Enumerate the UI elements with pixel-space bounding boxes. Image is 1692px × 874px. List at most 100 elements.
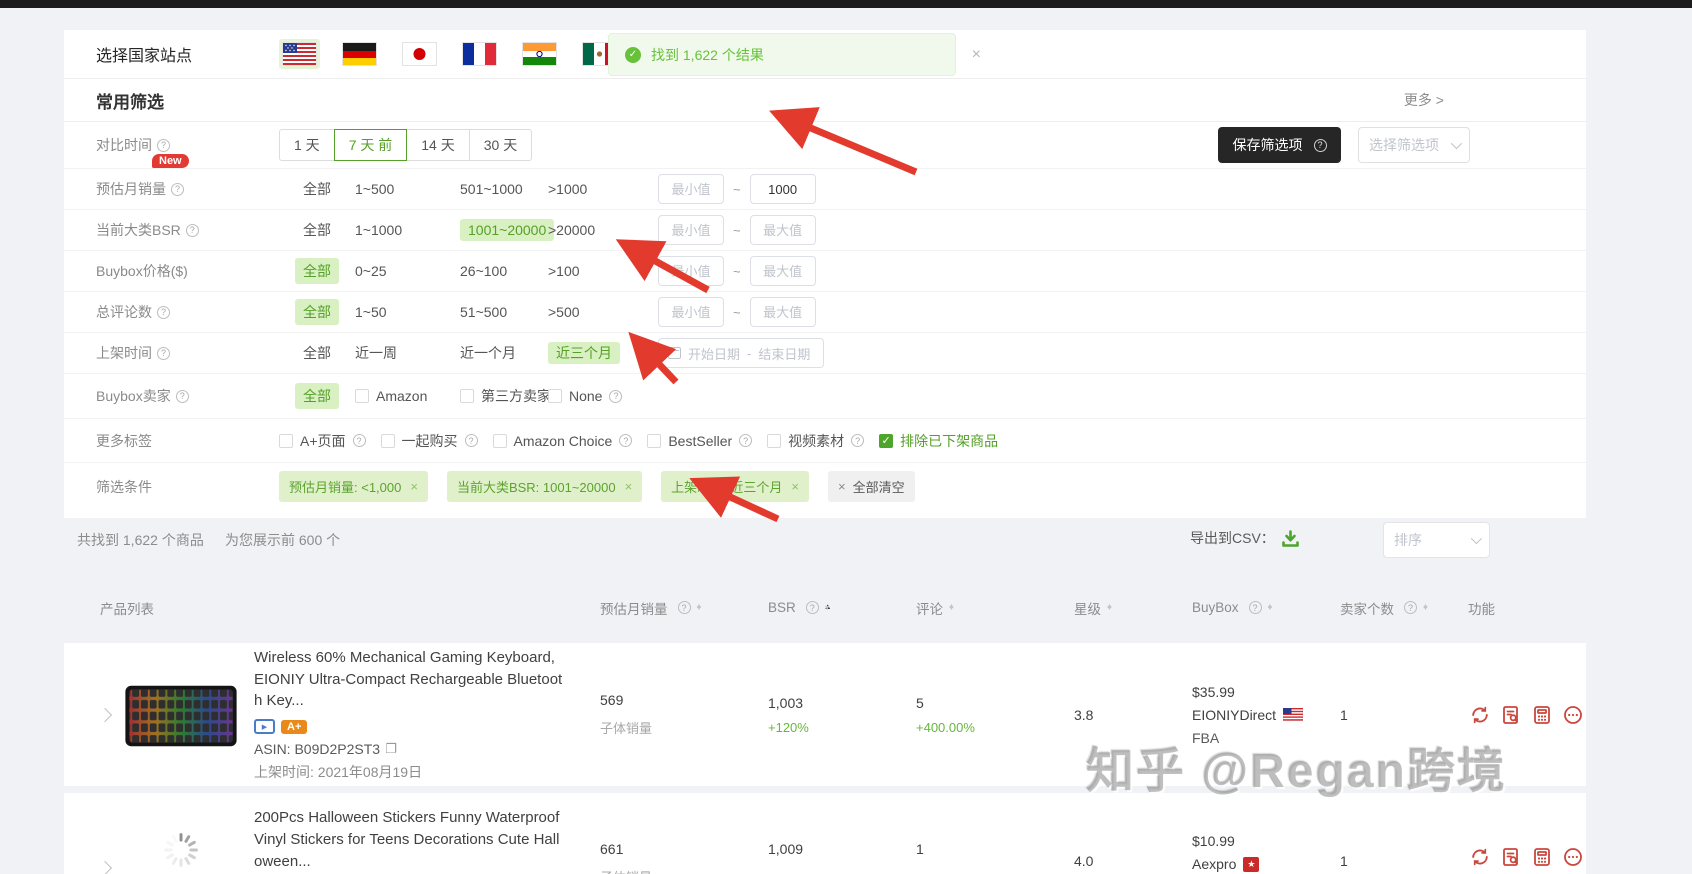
help-icon[interactable]: ? <box>157 346 170 360</box>
help-icon[interactable]: ? <box>464 434 478 447</box>
more-filters-link[interactable]: 更多 > <box>1404 90 1444 110</box>
header-rating[interactable]: 星级 ▲ ▼ <box>1074 598 1192 618</box>
remove-tag-icon[interactable]: × <box>410 479 418 494</box>
header-bsr[interactable]: BSR? ▲ ▼ <box>768 600 916 615</box>
help-icon[interactable]: ? <box>157 138 170 152</box>
remove-tag-icon[interactable]: × <box>791 479 799 494</box>
country-germany-flag[interactable] <box>339 39 380 69</box>
copy-icon[interactable]: ❐ <box>385 741 397 757</box>
bsr-option-1-1000[interactable]: 1~1000 <box>355 222 460 238</box>
checkbox-aplus-page[interactable]: A+页面? <box>279 431 366 451</box>
help-icon[interactable]: ? <box>157 305 170 319</box>
sort-icon[interactable]: ▲ ▼ <box>948 603 955 612</box>
help-icon[interactable]: ? <box>805 601 819 614</box>
refresh-icon[interactable] <box>1468 703 1492 727</box>
sort-icon[interactable]: ▲ ▼ <box>1106 603 1113 612</box>
help-icon[interactable]: ? <box>851 434 865 447</box>
price-option-all[interactable]: 全部 <box>279 258 355 284</box>
expand-row-icon[interactable] <box>97 861 113 874</box>
header-reviews[interactable]: 评论 ▲ ▼ <box>916 598 1074 618</box>
price-option-gt100[interactable]: >100 <box>548 263 658 279</box>
help-icon[interactable]: ? <box>1248 601 1262 614</box>
product-title[interactable]: Wireless 60% Mechanical Gaming Keyboard,… <box>254 647 566 712</box>
clear-all-button[interactable]: × 全部清空 <box>828 471 915 502</box>
toast-close-icon[interactable]: × <box>972 47 981 63</box>
header-sales[interactable]: 预估月销量? ▲ ▼ <box>600 598 768 618</box>
sort-icon-active[interactable]: ▲ ▼ <box>824 602 832 612</box>
help-icon[interactable]: ? <box>609 389 623 403</box>
expand-row-icon[interactable] <box>97 707 113 722</box>
help-icon[interactable]: ? <box>175 389 189 403</box>
calculator-icon[interactable] <box>1530 845 1554 869</box>
help-icon[interactable]: ? <box>677 601 691 614</box>
price-max-input[interactable] <box>749 256 816 286</box>
listed-option-all[interactable]: 全部 <box>279 343 355 363</box>
sales-option-all[interactable]: 全部 <box>279 179 355 199</box>
compare-30d-button[interactable]: 30 天 <box>468 129 533 161</box>
country-japan-flag[interactable] <box>399 39 440 69</box>
reviews-option-1-50[interactable]: 1~50 <box>355 304 460 320</box>
remove-tag-icon[interactable]: × <box>625 479 633 494</box>
bsr-option-all[interactable]: 全部 <box>279 220 355 240</box>
country-us-flag[interactable] <box>279 39 320 69</box>
preset-filter-select[interactable]: 选择筛选项 <box>1358 127 1470 163</box>
bsr-min-input[interactable] <box>658 215 724 245</box>
listed-option-3months[interactable]: 近三个月 <box>548 342 658 364</box>
sort-icon[interactable]: ▲ ▼ <box>696 603 703 612</box>
country-india-flag[interactable] <box>519 39 560 69</box>
header-buybox[interactable]: BuyBox? ▲ ▼ <box>1192 600 1340 615</box>
compare-7d-button[interactable]: 7 天 前 <box>333 129 408 161</box>
checkbox-bestseller[interactable]: BestSeller? <box>647 433 753 449</box>
compare-14d-button[interactable]: 14 天 <box>406 129 470 161</box>
listing-detail-icon[interactable] <box>1499 845 1523 869</box>
reviews-option-gt500[interactable]: >500 <box>548 304 658 320</box>
compare-1d-button[interactable]: 1 天 <box>279 129 335 161</box>
bsr-max-input[interactable] <box>749 215 816 245</box>
sort-select[interactable]: 排序 <box>1383 522 1490 558</box>
help-icon[interactable]: ? <box>619 434 633 447</box>
save-filter-button[interactable]: 保存筛选项? <box>1218 127 1341 163</box>
checkbox-none[interactable]: None? <box>548 388 658 404</box>
bsr-option-gt20000[interactable]: >20000 <box>548 222 658 238</box>
checkbox-bought-together[interactable]: 一起购买? <box>380 431 478 451</box>
sub-sales-label[interactable]: 子体销量 <box>600 718 768 737</box>
product-title[interactable]: 200Pcs Halloween Stickers Funny Waterpro… <box>254 807 566 872</box>
reviews-option-51-500[interactable]: 51~500 <box>460 304 548 320</box>
sub-sales-label[interactable]: 子体销量 <box>600 867 768 874</box>
reviews-min-input[interactable] <box>658 297 724 327</box>
export-csv[interactable]: 导出到CSV： <box>1190 528 1300 548</box>
checkbox-amazon[interactable]: Amazon <box>355 388 460 404</box>
sales-min-input[interactable] <box>658 174 724 204</box>
refresh-icon[interactable] <box>1468 845 1492 869</box>
header-sellers[interactable]: 卖家个数? ▲ ▼ <box>1340 598 1468 618</box>
reviews-max-input[interactable] <box>749 297 816 327</box>
listed-option-month[interactable]: 近一个月 <box>460 343 548 363</box>
date-range-input[interactable]: 开始日期 - 结束日期 <box>658 338 824 368</box>
help-icon[interactable]: ? <box>1404 601 1417 614</box>
price-option-26-100[interactable]: 26~100 <box>460 263 548 279</box>
sort-icon[interactable]: ▲ ▼ <box>1422 603 1429 612</box>
checkbox-third-party[interactable]: 第三方卖家 <box>460 386 551 406</box>
help-icon[interactable]: ? <box>739 434 753 447</box>
checkbox-exclude-delisted[interactable]: ✓ 排除已下架商品 <box>879 431 998 451</box>
listed-option-week[interactable]: 近一周 <box>355 343 460 363</box>
price-option-0-25[interactable]: 0~25 <box>355 263 460 279</box>
sales-option-1-500[interactable]: 1~500 <box>355 181 460 197</box>
seller-option-all[interactable]: 全部 <box>279 383 355 409</box>
more-actions-icon[interactable] <box>1561 703 1585 727</box>
country-france-flag[interactable] <box>459 39 500 69</box>
sales-max-input[interactable] <box>749 174 816 204</box>
help-icon[interactable]: ? <box>352 434 366 447</box>
sort-icon[interactable]: ▲ ▼ <box>1267 603 1274 612</box>
calculator-icon[interactable] <box>1530 703 1554 727</box>
sales-option-gt1000[interactable]: >1000 <box>548 181 658 197</box>
listing-detail-icon[interactable] <box>1499 703 1523 727</box>
reviews-option-all[interactable]: 全部 <box>279 299 355 325</box>
checkbox-amazon-choice[interactable]: Amazon Choice? <box>492 433 633 449</box>
checkbox-video-material[interactable]: 视频素材? <box>767 431 865 451</box>
price-min-input[interactable] <box>658 256 724 286</box>
more-actions-icon[interactable] <box>1561 845 1585 869</box>
help-icon[interactable]: ? <box>185 223 199 237</box>
bsr-option-1001-20000[interactable]: 1001~20000 <box>460 219 555 241</box>
help-icon[interactable]: ? <box>171 182 184 196</box>
